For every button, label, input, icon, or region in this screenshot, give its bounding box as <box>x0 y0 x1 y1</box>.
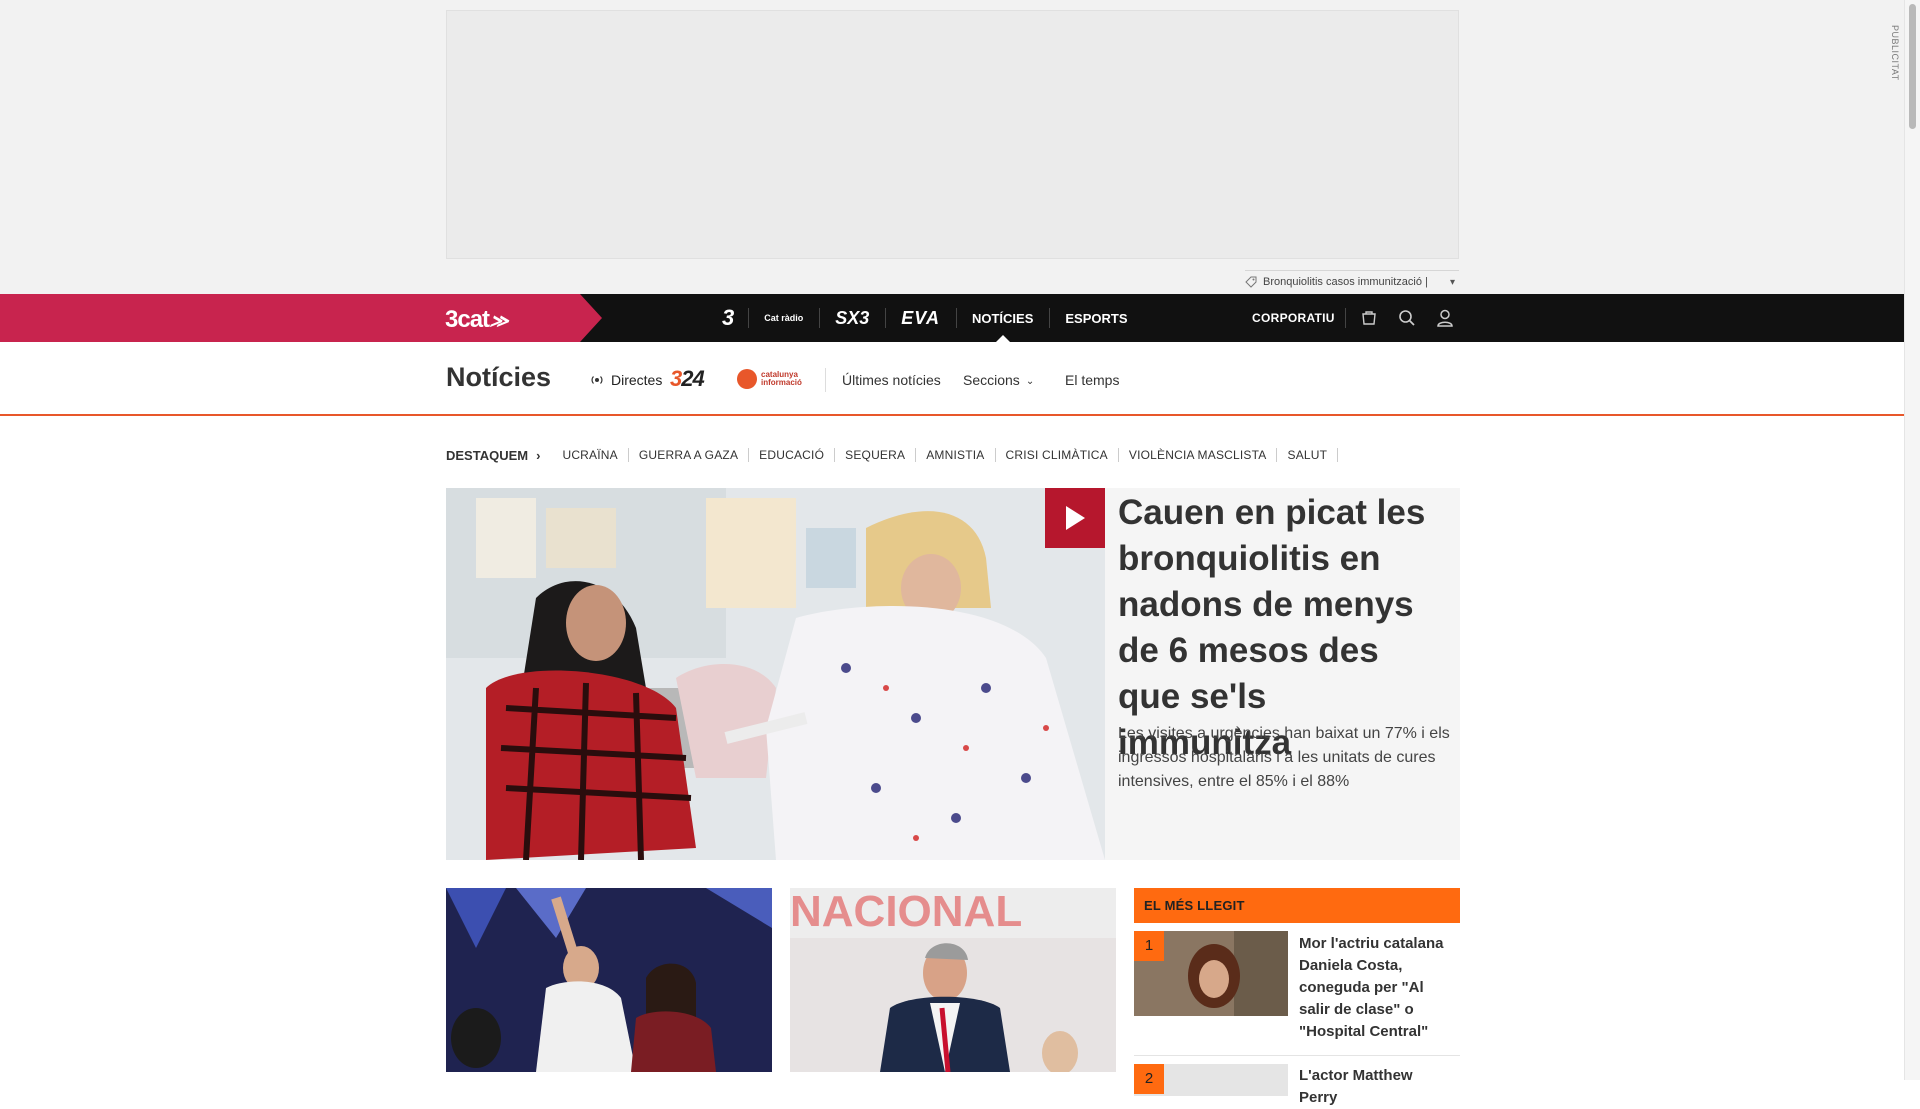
tag-educacio[interactable]: EDUCACIÓ <box>749 448 836 462</box>
directes-label: Directes <box>611 372 663 388</box>
channel-esports[interactable]: ESPORTS <box>1049 294 1143 342</box>
most-read-item[interactable]: 2 L'actor Matthew Perry <box>1134 1056 1460 1106</box>
tag-crisi-climatica[interactable]: CRISI CLIMÀTICA <box>996 448 1119 462</box>
news-ticker[interactable]: Bronquiolitis casos immunització | ▾ <box>1245 270 1459 293</box>
rank-badge: 1 <box>1134 931 1164 961</box>
eva-logo: EVA <box>901 307 940 328</box>
play-icon <box>1066 506 1085 530</box>
brand-logo[interactable]: 3cat≫ <box>445 306 513 334</box>
rally-photo <box>446 888 772 1072</box>
tag-violencia-masclista[interactable]: VIOLÈNCIA MASCLISTA <box>1119 448 1278 462</box>
most-read-item[interactable]: 1 Mor l'actriu catalana Daniela Costa, c… <box>1134 923 1460 1056</box>
ad-banner[interactable]: PUBLICITAT <box>446 10 1900 259</box>
scrollbar-thumb[interactable] <box>1909 4 1916 129</box>
most-read-title[interactable]: Mor l'actriu catalana Daniela Costa, con… <box>1299 933 1454 1043</box>
seccions-dropdown[interactable]: Seccions ⌄ <box>963 372 1034 388</box>
live-icon <box>591 376 603 384</box>
article-card-image[interactable] <box>446 888 772 1072</box>
chevron-down-icon[interactable]: ▾ <box>1450 277 1455 288</box>
play-button[interactable] <box>1045 488 1105 548</box>
catradio-logo: Cat ràdio <box>764 312 804 323</box>
section-header: Notícies Directes 3 24 catalunya informaci… <box>0 342 1904 416</box>
tag-ucraina[interactable]: UCRAÏNA <box>552 448 629 462</box>
sx3-logo: SX3 <box>835 307 870 328</box>
channel-nav: 3 Cat ràdio SX3 EVA NOTÍCIES ESPORTS <box>706 294 1144 342</box>
channel-tv3[interactable]: 3 <box>706 294 748 342</box>
divider <box>825 368 826 392</box>
politician-photo: NACIONAL <box>790 888 1116 1072</box>
ticker-text: Bronquiolitis casos immunització | <box>1263 276 1428 288</box>
directes-link[interactable]: Directes <box>590 372 662 388</box>
tags-bar: DESTAQUEM › UCRAÏNA GUERRA A GAZA EDUCACI… <box>446 444 1339 466</box>
scrollbar[interactable] <box>1904 0 1920 1080</box>
most-read-title[interactable]: L'actor Matthew Perry <box>1299 1065 1454 1109</box>
ci-mark <box>737 369 757 389</box>
corporatiu-link[interactable]: CORPORATIU <box>1252 294 1335 342</box>
cart-icon[interactable] <box>1358 307 1380 329</box>
brand-block: 3cat≫ <box>0 294 602 342</box>
tag-gaza[interactable]: GUERRA A GAZA <box>629 448 750 462</box>
tag-sequera[interactable]: SEQUERA <box>835 448 917 462</box>
channel-eva[interactable]: EVA <box>885 294 956 342</box>
catalunya-informacio-logo[interactable]: catalunya informació <box>737 369 802 389</box>
chevron-down-icon: ⌄ <box>1025 376 1035 387</box>
channel-noticies[interactable]: NOTÍCIES <box>955 294 1049 342</box>
ad-label: PUBLICITAT <box>1890 25 1900 81</box>
channel-catradio[interactable]: Cat ràdio <box>748 294 819 342</box>
ad-zone: PUBLICITAT Bronquiolitis casos immunitza… <box>0 0 1904 294</box>
most-read-heading: EL MÉS LLEGIT <box>1134 888 1460 923</box>
backdrop-text: NACIONAL <box>790 888 1022 936</box>
tag-icon <box>1245 276 1257 288</box>
hero-summary: Les visites a urgències han baixat un 77… <box>1118 725 1450 790</box>
divider <box>1345 308 1346 328</box>
article-card-image[interactable]: NACIONAL <box>790 888 1116 1072</box>
user-icon[interactable] <box>1434 307 1456 329</box>
rank-badge: 2 <box>1134 1064 1164 1094</box>
el-temps-link[interactable]: El temps <box>1065 372 1119 388</box>
3cat24-logo[interactable]: 3 24 <box>670 366 705 392</box>
hero-article[interactable]: Cauen en picat les bronquiolitis en nado… <box>446 488 1460 860</box>
channel-sx3[interactable]: SX3 <box>819 294 885 342</box>
most-read-panel: EL MÉS LLEGIT 1 Mor l'actriu catalana Da… <box>1134 888 1460 1106</box>
tag-amnistia[interactable]: AMNISTIA <box>916 448 996 462</box>
destaquem-label[interactable]: DESTAQUEM › <box>446 448 540 463</box>
vaccination-photo <box>446 488 1105 860</box>
hero-image[interactable] <box>446 488 1105 860</box>
ultimes-noticies-link[interactable]: Últimes notícies <box>842 372 941 388</box>
chevron-right-icon: › <box>536 447 541 463</box>
network-bar: 3cat≫ 3 Cat ràdio SX3 EVA NOTÍCIES ESPOR… <box>0 294 1904 342</box>
tv3-logo: 3 <box>722 305 734 330</box>
section-title[interactable]: Notícies <box>446 362 551 393</box>
tag-salut[interactable]: SALUT <box>1277 448 1339 462</box>
search-icon[interactable] <box>1396 307 1418 329</box>
